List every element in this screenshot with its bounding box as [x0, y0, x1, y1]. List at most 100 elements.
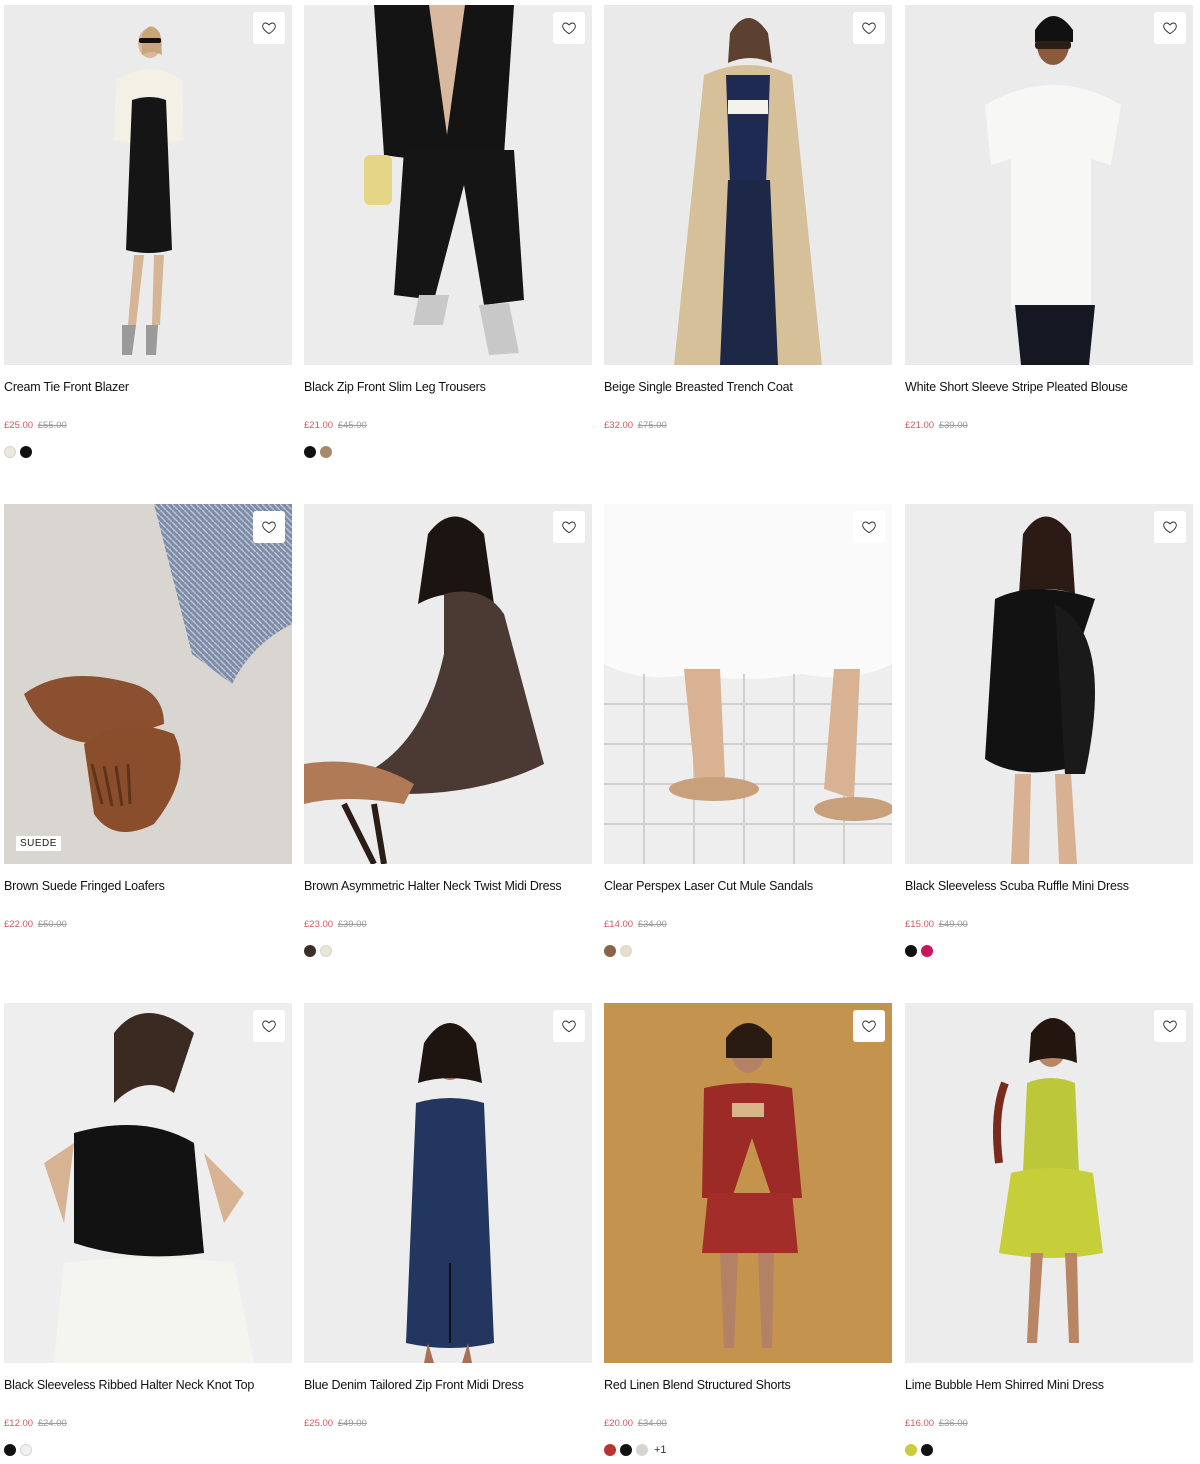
product-photo [985, 16, 1121, 365]
color-swatch[interactable] [620, 945, 632, 957]
wishlist-button[interactable] [553, 12, 585, 44]
sale-price: £22.00 [4, 919, 34, 930]
product-image[interactable] [4, 5, 292, 365]
product-image[interactable] [304, 1003, 592, 1363]
product-card[interactable]: Brown Asymmetric Halter Neck Twist Midi … [304, 504, 592, 957]
product-card[interactable]: Red Linen Blend Structured Shorts £20.00… [604, 1003, 892, 1456]
product-price: £25.00 £55.00 [4, 420, 292, 432]
product-photo [24, 504, 292, 832]
product-name[interactable]: Black Zip Front Slim Leg Trousers [304, 380, 592, 395]
product-image[interactable] [905, 1003, 1193, 1363]
color-swatch[interactable] [304, 945, 316, 957]
product-photo [114, 26, 184, 355]
sale-price: £12.00 [4, 1418, 34, 1429]
sale-price: £23.00 [304, 919, 334, 930]
color-swatch[interactable] [4, 1444, 16, 1456]
color-swatch[interactable] [604, 1444, 616, 1456]
wishlist-button[interactable] [553, 511, 585, 543]
product-name[interactable]: Cream Tie Front Blazer [4, 380, 292, 395]
product-image[interactable]: SUEDE [4, 504, 292, 864]
color-swatch[interactable] [320, 945, 332, 957]
sale-price: £21.00 [304, 420, 334, 431]
color-swatches [304, 1444, 592, 1456]
product-photo [364, 5, 524, 355]
product-name[interactable]: Beige Single Breasted Trench Coat [604, 380, 892, 395]
product-image[interactable] [905, 504, 1193, 864]
product-photo [993, 1018, 1103, 1343]
product-name[interactable]: Red Linen Blend Structured Shorts [604, 1378, 892, 1393]
product-image[interactable] [4, 1003, 292, 1363]
product-image[interactable] [304, 5, 592, 365]
color-swatch[interactable] [905, 945, 917, 957]
heart-icon [862, 1020, 876, 1033]
product-card[interactable]: Clear Perspex Laser Cut Mule Sandals £14… [604, 504, 892, 957]
wishlist-button[interactable] [1154, 511, 1186, 543]
color-swatch[interactable] [921, 1444, 933, 1456]
color-swatch[interactable] [636, 1444, 648, 1456]
product-name[interactable]: Black Sleeveless Scuba Ruffle Mini Dress [905, 879, 1193, 894]
product-price: £25.00 £49.00 [304, 1418, 592, 1430]
wishlist-button[interactable] [1154, 1010, 1186, 1042]
product-name[interactable]: Clear Perspex Laser Cut Mule Sandals [604, 879, 892, 894]
wishlist-button[interactable] [253, 12, 285, 44]
product-name[interactable]: Blue Denim Tailored Zip Front Midi Dress [304, 1378, 592, 1393]
wishlist-button[interactable] [253, 1010, 285, 1042]
color-swatch[interactable] [20, 446, 32, 458]
color-swatch[interactable] [620, 1444, 632, 1456]
heart-icon [562, 521, 576, 534]
sale-price: £20.00 [604, 1418, 634, 1429]
product-name[interactable]: Brown Asymmetric Halter Neck Twist Midi … [304, 879, 592, 894]
product-photo [674, 18, 822, 365]
original-price: £49.00 [337, 1418, 367, 1429]
color-swatch[interactable] [921, 945, 933, 957]
original-price: £45.00 [337, 420, 367, 431]
product-name[interactable]: White Short Sleeve Stripe Pleated Blouse [905, 380, 1193, 395]
color-swatch[interactable] [4, 446, 16, 458]
color-swatch[interactable] [20, 1444, 32, 1456]
original-price: £24.00 [37, 1418, 67, 1429]
color-swatch[interactable] [905, 1444, 917, 1456]
sale-price: £14.00 [604, 919, 634, 930]
product-image[interactable] [304, 504, 592, 864]
product-card[interactable]: Black Zip Front Slim Leg Trousers £21.00… [304, 5, 592, 458]
wishlist-button[interactable] [853, 511, 885, 543]
product-image[interactable] [604, 504, 892, 864]
color-swatch[interactable] [604, 945, 616, 957]
product-name[interactable]: Black Sleeveless Ribbed Halter Neck Knot… [4, 1378, 292, 1393]
color-swatch[interactable] [304, 446, 316, 458]
more-colors-count[interactable]: +1 [654, 1444, 667, 1456]
original-price: £36.00 [938, 1418, 968, 1429]
wishlist-button[interactable] [253, 511, 285, 543]
product-image[interactable] [604, 5, 892, 365]
heart-icon [1163, 1020, 1177, 1033]
color-swatch[interactable] [320, 446, 332, 458]
product-photo [44, 1013, 254, 1363]
product-card[interactable]: White Short Sleeve Stripe Pleated Blouse… [905, 5, 1193, 458]
product-card[interactable]: Cream Tie Front Blazer £25.00 £55.00 [4, 5, 292, 458]
product-card[interactable]: Lime Bubble Hem Shirred Mini Dress £16.0… [905, 1003, 1193, 1456]
heart-icon [562, 1020, 576, 1033]
product-card[interactable]: Black Sleeveless Ribbed Halter Neck Knot… [4, 1003, 292, 1456]
product-price: £23.00 £39.00 [304, 919, 592, 931]
wishlist-button[interactable] [553, 1010, 585, 1042]
sale-price: £25.00 [304, 1418, 334, 1429]
product-card[interactable]: Beige Single Breasted Trench Coat £32.00… [604, 5, 892, 458]
product-photo [702, 1023, 802, 1348]
product-image[interactable] [905, 5, 1193, 365]
wishlist-button[interactable] [853, 1010, 885, 1042]
wishlist-button[interactable] [853, 12, 885, 44]
product-name[interactable]: Lime Bubble Hem Shirred Mini Dress [905, 1378, 1193, 1393]
color-swatches [905, 446, 1193, 458]
product-price: £15.00 £49.00 [905, 919, 1193, 931]
original-price: £39.00 [938, 420, 968, 431]
product-card[interactable]: SUEDE Brown Suede Fringed Loafers £22.00… [4, 504, 292, 957]
wishlist-button[interactable] [1154, 12, 1186, 44]
original-price: £49.00 [938, 919, 968, 930]
heart-icon [1163, 521, 1177, 534]
product-card[interactable]: Blue Denim Tailored Zip Front Midi Dress… [304, 1003, 592, 1456]
product-card[interactable]: Black Sleeveless Scuba Ruffle Mini Dress… [905, 504, 1193, 957]
color-swatches [4, 945, 292, 957]
product-image[interactable] [604, 1003, 892, 1363]
color-swatches [905, 1444, 1193, 1456]
product-name[interactable]: Brown Suede Fringed Loafers [4, 879, 292, 894]
